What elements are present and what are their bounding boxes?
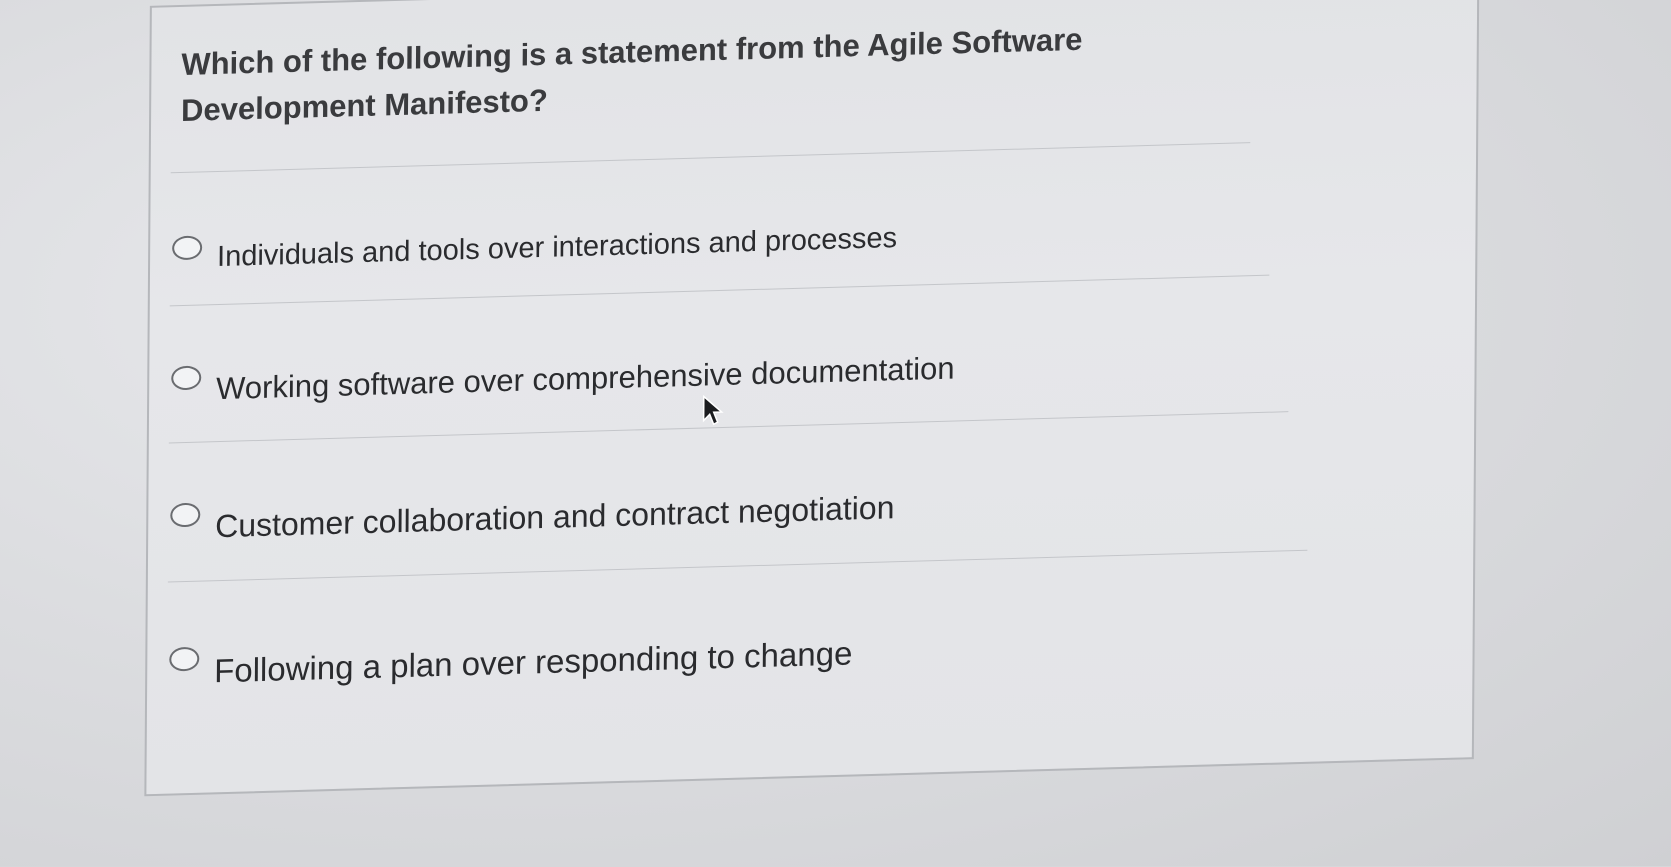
radio-unchecked-icon[interactable] bbox=[170, 503, 200, 528]
radio-unchecked-icon[interactable] bbox=[169, 647, 199, 672]
photographed-screen: Which of the following is a statement fr… bbox=[0, 0, 1670, 867]
option-row-3[interactable]: Customer collaboration and contract nego… bbox=[170, 469, 1270, 560]
question-text: Which of the following is a statement fr… bbox=[181, 12, 1241, 134]
option-label[interactable]: Individuals and tools over interactions … bbox=[217, 222, 897, 274]
option-row-4[interactable]: Following a plan over responding to chan… bbox=[169, 613, 1269, 704]
option-label[interactable]: Following a plan over responding to chan… bbox=[214, 634, 852, 690]
divider bbox=[171, 142, 1251, 173]
option-label[interactable]: Customer collaboration and contract nego… bbox=[215, 489, 895, 545]
radio-unchecked-icon[interactable] bbox=[172, 235, 202, 260]
radio-unchecked-icon[interactable] bbox=[171, 366, 201, 391]
question-card: Which of the following is a statement fr… bbox=[144, 0, 1479, 796]
option-label[interactable]: Working software over comprehensive docu… bbox=[216, 350, 955, 407]
mouse-pointer-icon bbox=[702, 394, 726, 429]
